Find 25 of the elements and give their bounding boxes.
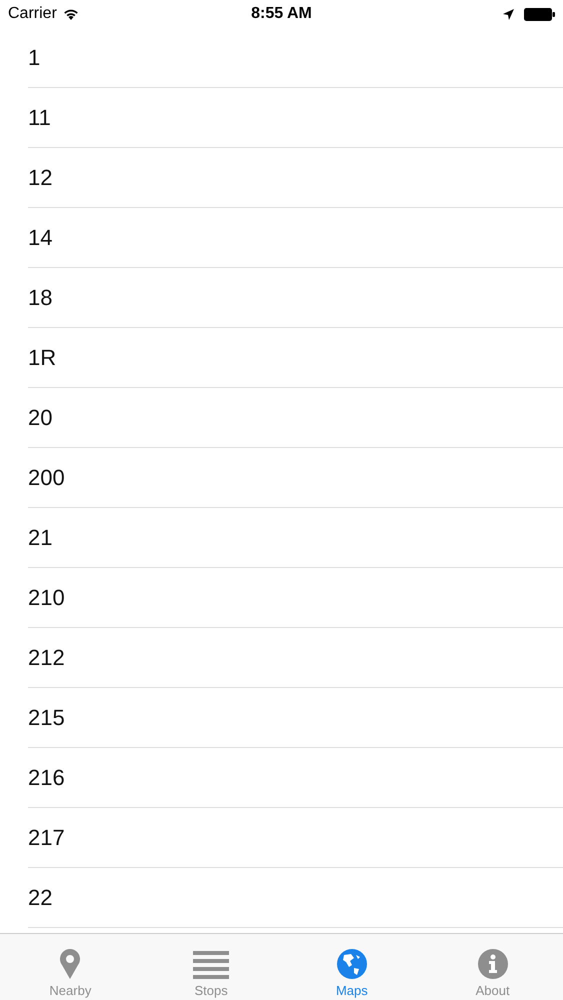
route-row[interactable]: 1R (28, 328, 563, 388)
route-row[interactable]: 1 (28, 28, 563, 88)
route-row[interactable]: 216 (28, 748, 563, 808)
globe-icon (336, 949, 367, 979)
map-pin-icon (59, 949, 82, 979)
list-icon (193, 951, 230, 979)
wifi-icon (62, 8, 79, 20)
route-row[interactable]: 21 (28, 508, 563, 568)
carrier-name: Carrier (8, 5, 57, 23)
route-row[interactable]: 210 (28, 568, 563, 628)
route-row[interactable]: 12 (28, 148, 563, 208)
location-arrow-icon (503, 8, 514, 20)
route-row[interactable]: 14 (28, 208, 563, 268)
route-row[interactable]: 20 (28, 388, 563, 448)
info-icon (478, 949, 508, 979)
route-row[interactable]: 215 (28, 688, 563, 748)
route-row[interactable]: 212 (28, 628, 563, 688)
route-row[interactable]: 217 (28, 808, 563, 868)
route-row[interactable]: 18 (28, 268, 563, 328)
battery-icon (524, 8, 555, 20)
clock-time: 8:55 AM (251, 5, 312, 23)
route-row[interactable]: 11 (28, 88, 563, 148)
route-row[interactable]: 22 (28, 868, 563, 928)
tab-button[interactable]: Maps (282, 934, 422, 1000)
route-row[interactable]: 200 (28, 448, 563, 508)
